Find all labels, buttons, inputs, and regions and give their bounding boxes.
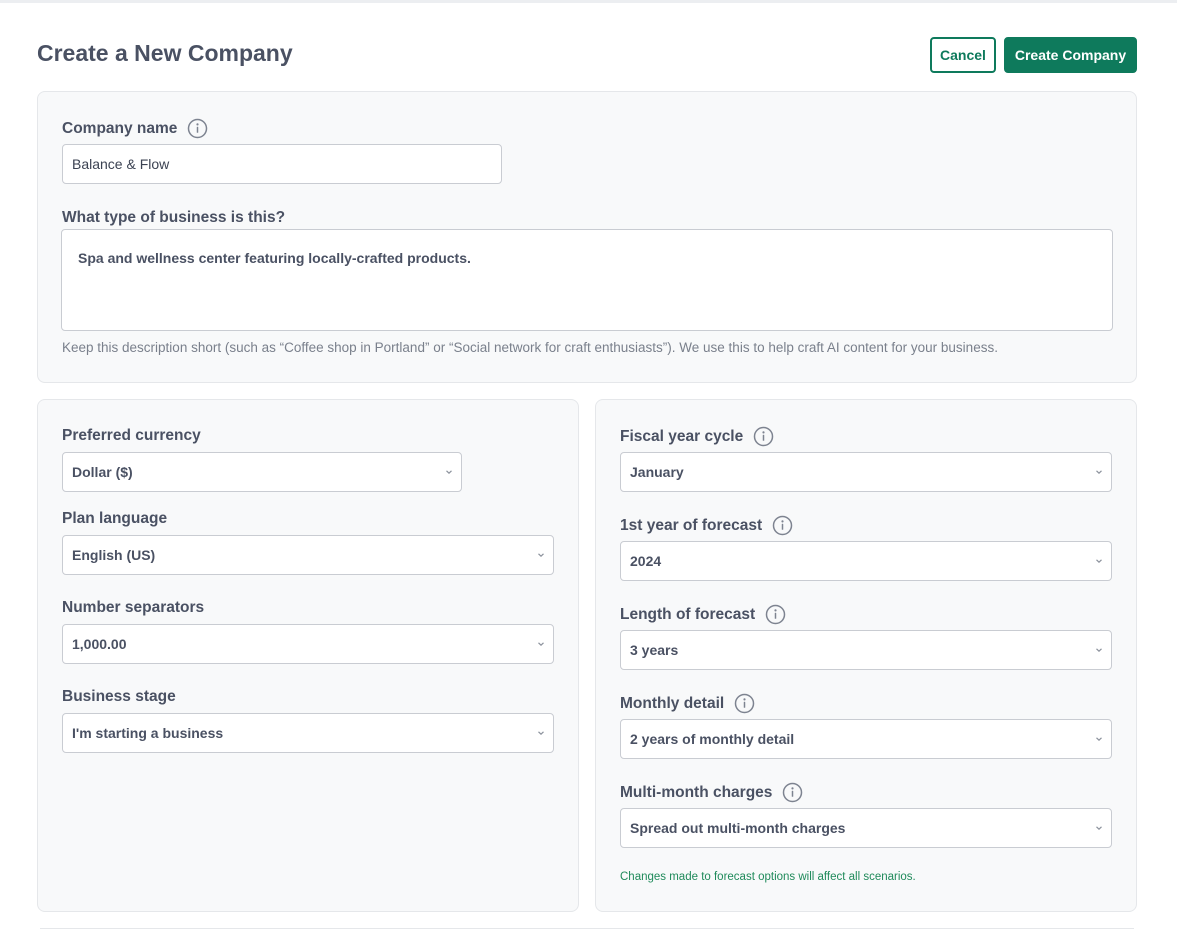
info-icon[interactable] [772,515,793,536]
business-type-hint: Keep this description short (such as “Co… [62,340,998,355]
chevron-down-icon [1095,736,1103,742]
fiscal-year-label: Fiscal year cycle [620,426,774,447]
separators-select[interactable]: 1,000.00 [62,624,554,664]
stage-select[interactable]: I'm starting a business [62,713,554,753]
stage-label: Business stage [62,688,176,705]
monthly-detail-label: Monthly detail [620,693,755,714]
fiscal-year-select[interactable]: January [620,452,1112,492]
company-name-label: Company name [62,118,208,139]
multi-month-label: Multi-month charges [620,782,803,803]
currency-value: Dollar ($) [72,464,133,480]
info-icon[interactable] [734,693,755,714]
multi-month-select[interactable]: Spread out multi-month charges [620,808,1112,848]
create-company-button[interactable]: Create Company [1004,37,1137,73]
first-year-value: 2024 [630,553,662,569]
info-icon[interactable] [765,604,786,625]
top-divider [0,0,1177,3]
cancel-button[interactable]: Cancel [930,37,996,73]
first-year-label: 1st year of forecast [620,515,793,536]
page-title: Create a New Company [37,40,293,66]
chevron-down-icon [445,469,453,475]
forecast-length-select[interactable]: 3 years [620,630,1112,670]
language-select[interactable]: English (US) [62,535,554,575]
monthly-detail-value: 2 years of monthly detail [630,731,795,747]
business-type-label: What type of business is this? [62,209,286,226]
first-year-select[interactable]: 2024 [620,541,1112,581]
language-value: English (US) [72,547,156,563]
currency-label: Preferred currency [62,427,201,444]
chevron-down-icon [537,641,545,647]
company-name-input[interactable]: Balance & Flow [62,144,502,184]
chevron-down-icon [1095,825,1103,831]
info-icon[interactable] [187,118,208,139]
forecast-note: Changes made to forecast options will af… [620,871,916,883]
monthly-detail-select[interactable]: 2 years of monthly detail [620,719,1112,759]
language-label: Plan language [62,510,168,527]
info-icon[interactable] [753,426,774,447]
business-type-textarea[interactable]: Spa and wellness center featuring locall… [61,229,1113,331]
currency-select[interactable]: Dollar ($) [62,452,462,492]
fiscal-year-value: January [630,464,684,480]
multi-month-value: Spread out multi-month charges [630,820,846,836]
chevron-down-icon [1095,558,1103,564]
info-icon[interactable] [782,782,803,803]
chevron-down-icon [537,552,545,558]
separators-value: 1,000.00 [72,636,127,652]
chevron-down-icon [537,730,545,736]
separators-label: Number separators [62,599,205,616]
chevron-down-icon [1095,469,1103,475]
forecast-length-label: Length of forecast [620,604,786,625]
forecast-length-value: 3 years [630,642,679,658]
stage-value: I'm starting a business [72,725,224,741]
chevron-down-icon [1095,647,1103,653]
